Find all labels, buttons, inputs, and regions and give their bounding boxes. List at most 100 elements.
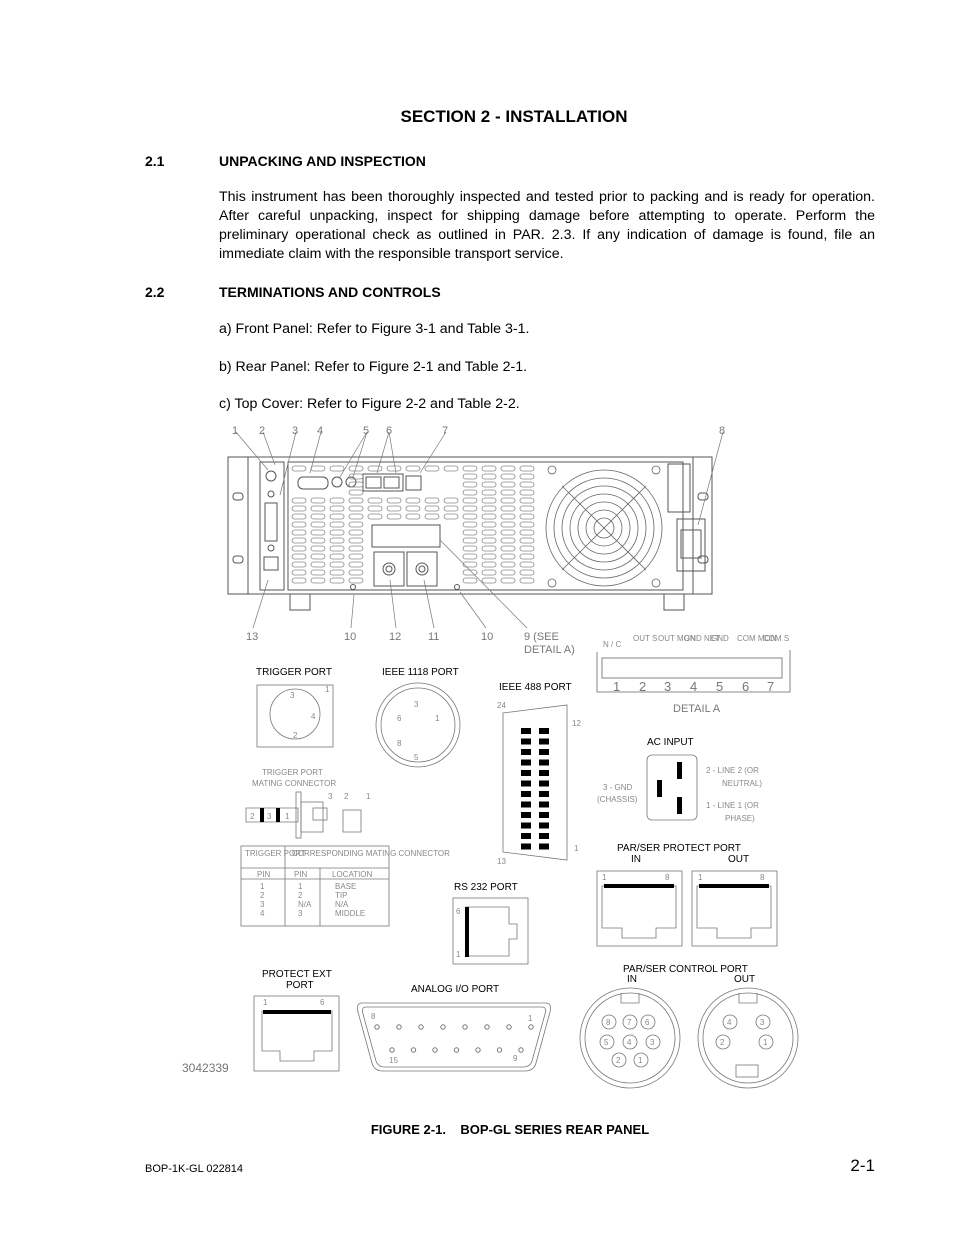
pin-label: 8: [606, 1018, 611, 1027]
vent-slot: [329, 497, 345, 504]
callout-10b: 10: [481, 631, 493, 643]
par-ser-control-port: PAR/SER CONTROL PORT IN OUT 8 7 6 5 4 3 2 1 4 3 2…: [579, 964, 799, 1089]
vent-slot: [348, 497, 364, 504]
vent-slot: [291, 529, 307, 536]
vent-slot: [348, 537, 364, 544]
vent-slot: [519, 521, 535, 528]
vent-slot: [500, 497, 516, 504]
vent-slot: [519, 529, 535, 536]
vent-slot: [291, 577, 307, 584]
vent-slot: [481, 537, 497, 544]
rear-panel-figure: 1 2 3 4 5 6 7 8 13 10 12 11 10 9 (SEE DE…: [182, 425, 799, 1089]
vent-slot: [348, 561, 364, 568]
vent-slot: [519, 561, 535, 568]
table-cell: 3: [260, 900, 265, 909]
detail-a: N / C OUT S OUT MON GND NET GND COM MON …: [596, 634, 791, 715]
pin-label: 5: [604, 1038, 609, 1047]
vent-slot: [500, 505, 516, 512]
vent-slot: [443, 497, 459, 504]
vent-slot: [462, 537, 478, 544]
detail-pin: 2: [639, 679, 646, 694]
footer-doc-id: BOP-1K-GL 022814: [145, 1163, 244, 1175]
vent-slot: [329, 553, 345, 560]
vent-slot: [462, 561, 478, 568]
pin-label: 4: [727, 1018, 732, 1027]
table-header: CORRESPONDING MATING CONNECTOR: [292, 849, 450, 858]
vent-slot: [405, 505, 421, 512]
pin-label: 1: [574, 844, 579, 853]
vent-slot: [500, 489, 516, 496]
analog-pin: [506, 1024, 512, 1030]
vent-slot: [310, 529, 326, 536]
pin-label: 3: [414, 700, 419, 709]
ieee488-pin: [539, 833, 549, 839]
vent-slot: [462, 481, 478, 488]
ieee488-pin: [539, 801, 549, 808]
pin-label: 3: [760, 1018, 765, 1027]
vent-slot: [405, 513, 421, 520]
analog-pin: [496, 1047, 503, 1053]
vent-slot: [500, 569, 516, 576]
vent-slot: [310, 577, 326, 584]
protect-ext-port: PROTECT EXT PORT 1 6: [253, 969, 340, 1072]
output-terminal-block: [350, 524, 460, 590]
vent-slot: [481, 553, 497, 560]
vent-slot: [348, 577, 364, 584]
ieee488-pin: [521, 843, 531, 850]
vent-slot: [443, 465, 459, 472]
vent-slot: [405, 465, 421, 472]
pin-label: 12: [572, 719, 581, 728]
par-ser-protect-port: PAR/SER PROTECT PORT IN OUT 1 8 1 8: [596, 843, 778, 947]
vent-slot: [481, 513, 497, 520]
trigger-mating-connector: TRIGGER PORT MATING CONNECTOR 2 3 1 3 2 …: [245, 768, 371, 839]
ieee488-pin: [539, 780, 549, 787]
pin-label: 1: [698, 873, 703, 882]
ieee488-pin: [539, 749, 549, 755]
vent-slot: [500, 529, 516, 536]
ieee488-pin: [539, 843, 549, 850]
rs232-port: RS 232 PORT 6 1: [452, 882, 529, 965]
page-number: 2-1: [850, 1156, 875, 1175]
pin-label: 1: [763, 1038, 768, 1047]
vent-slot: [329, 505, 345, 512]
analog-io-port: ANALOG I/O PORT 8 1 15 9: [357, 984, 551, 1072]
analog-pin: [475, 1047, 481, 1053]
trigger-port: TRIGGER PORT 1 3 4 2: [256, 667, 334, 748]
detail-pin: 5: [716, 679, 723, 694]
analog-io-title: ANALOG I/O PORT: [411, 984, 499, 995]
vent-slot: [348, 569, 364, 576]
analog-pin: [484, 1024, 490, 1030]
vent-slot: [519, 513, 535, 520]
vent-slot: [500, 521, 516, 528]
ieee488-pin: [521, 822, 531, 829]
vent-slot: [519, 577, 535, 584]
vent-slot: [462, 473, 478, 480]
pin-label: 4: [311, 712, 316, 721]
analog-pin: [440, 1024, 446, 1030]
vent-slot: [481, 521, 497, 528]
table-cell: 1: [298, 882, 303, 891]
vent-slot: [348, 505, 364, 512]
vent-slot: [348, 529, 364, 536]
vent-slot: [310, 545, 326, 552]
callouts-bottom: 13 10 12 11 10 9 (SEE DETAIL A): [246, 631, 575, 656]
vent-slot: [310, 569, 326, 576]
vent-slot: [291, 505, 307, 512]
drawing-number: 3042339: [182, 1061, 229, 1075]
ieee488-connector: [264, 502, 278, 542]
vent-slot: [291, 561, 307, 568]
fan-guard: [545, 465, 663, 588]
callout-13: 13: [246, 631, 258, 643]
detail-label: GND: [711, 634, 729, 643]
vent-slot: [310, 497, 326, 504]
table-cell: N/A: [335, 900, 349, 909]
vent-slot: [329, 529, 345, 536]
vent-slot: [500, 473, 516, 480]
vent-slot: [519, 497, 535, 504]
ieee488-pin: [539, 770, 549, 776]
pin-label: 1: [602, 873, 607, 882]
vent-slot: [462, 545, 478, 552]
protect-in-label: IN: [631, 854, 641, 865]
plug-label: 3: [267, 812, 272, 821]
pin-label: 6: [456, 907, 461, 916]
